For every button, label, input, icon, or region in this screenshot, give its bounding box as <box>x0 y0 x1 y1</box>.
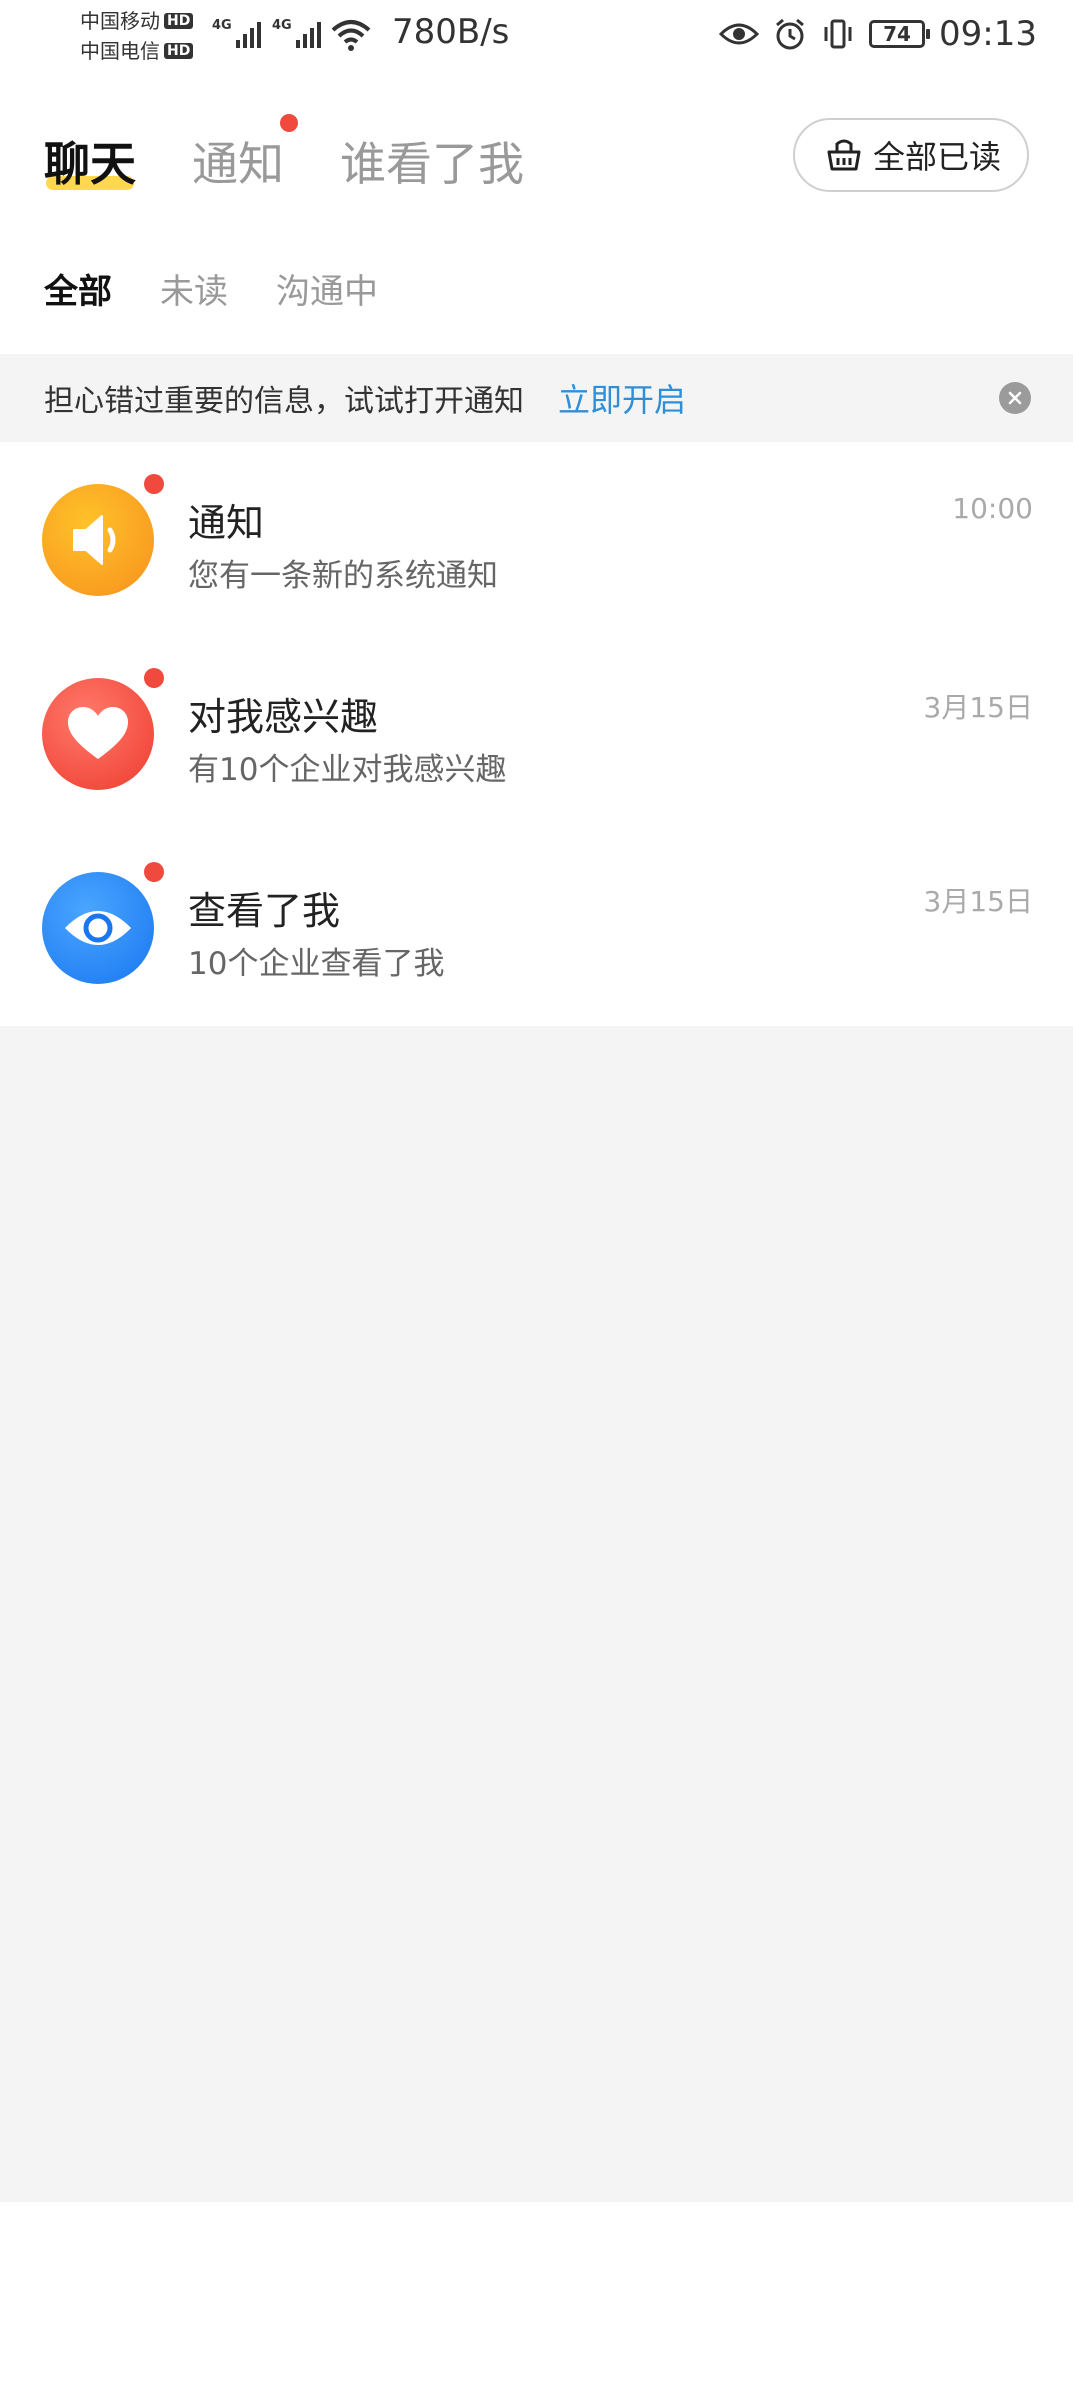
hd-badge: HD <box>164 43 194 59</box>
carrier-info: 中国移动 HD 中国电信 HD <box>80 6 194 66</box>
status-bar: 中国移动 HD 中国电信 HD 4G 4G 780B/s 74 09:13 <box>0 0 1073 70</box>
mark-all-read-button[interactable]: 全部已读 <box>792 118 1029 192</box>
list-item-interested[interactable]: 对我感兴趣 有10个企业对我感兴趣 3月15日 <box>0 636 1073 830</box>
banner-close-button[interactable] <box>999 382 1031 414</box>
carrier-2: 中国电信 <box>80 39 160 63</box>
enable-notifications-link[interactable]: 立即开启 <box>558 375 686 421</box>
message-list: 通知 您有一条新的系统通知 10:00 对我感兴趣 有10个企业对我感兴趣 3月… <box>0 442 1073 1024</box>
signal-1-icon: 4G <box>212 18 261 48</box>
eye-comfort-icon <box>719 23 760 45</box>
item-subtitle: 10个企业查看了我 <box>188 946 445 982</box>
list-item-notification[interactable]: 通知 您有一条新的系统通知 10:00 <box>0 442 1073 636</box>
battery-icon: 74 <box>869 20 931 48</box>
item-time: 10:00 <box>952 492 1033 525</box>
hd-badge: HD <box>164 13 194 29</box>
battery-level: 74 <box>883 22 911 46</box>
tab-who-viewed-me[interactable]: 谁看了我 <box>340 128 524 194</box>
vibrate-icon <box>824 19 852 49</box>
wifi-icon <box>331 20 371 51</box>
close-icon <box>1008 391 1022 405</box>
speaker-icon <box>73 515 116 565</box>
clock: 09:13 <box>939 14 1037 54</box>
signal-2-icon: 4G <box>272 18 321 48</box>
unread-badge <box>280 114 298 132</box>
net-type-label: 4G <box>212 18 232 33</box>
tab-label: 谁看了我 <box>340 137 524 191</box>
banner-text: 担心错过重要的信息，试试打开通知 <box>44 384 524 419</box>
item-title: 对我感兴趣 <box>188 695 379 739</box>
tab-notifications[interactable]: 通知 <box>192 114 298 194</box>
filter-tab-communicating[interactable]: 沟通中 <box>276 264 378 313</box>
tab-chat[interactable]: 聊天 <box>44 128 136 194</box>
heart-icon <box>68 707 128 759</box>
avatar <box>42 678 154 790</box>
alarm-icon <box>776 18 804 50</box>
net-type-label: 4G <box>272 18 292 33</box>
unread-dot <box>144 862 164 882</box>
item-subtitle: 您有一条新的系统通知 <box>188 558 498 594</box>
empty-list-area <box>0 1026 1073 2202</box>
mark-all-read-label: 全部已读 <box>872 138 1001 176</box>
item-subtitle: 有10个企业对我感兴趣 <box>188 752 507 788</box>
broom-icon <box>827 139 861 171</box>
item-title: 通知 <box>188 501 265 545</box>
tab-label: 通知 <box>192 137 284 191</box>
unread-dot <box>144 474 164 494</box>
item-title: 查看了我 <box>188 889 341 933</box>
tab-label: 聊天 <box>44 137 136 191</box>
eye-icon <box>65 911 131 945</box>
filter-tab-unread[interactable]: 未读 <box>160 264 228 313</box>
filter-tab-all[interactable]: 全部 <box>44 264 112 313</box>
item-time: 3月15日 <box>923 691 1033 724</box>
carrier-1: 中国移动 <box>80 9 160 33</box>
unread-dot <box>144 668 164 688</box>
list-item-viewed-me[interactable]: 查看了我 10个企业查看了我 3月15日 <box>0 830 1073 1024</box>
avatar <box>42 872 154 984</box>
main-tabs: 聊天 通知 谁看了我 <box>44 114 524 194</box>
item-time: 3月15日 <box>923 885 1033 918</box>
status-right: 74 09:13 <box>719 14 1037 54</box>
notification-banner: 担心错过重要的信息，试试打开通知 立即开启 <box>0 354 1073 442</box>
filter-tabs: 全部 未读 沟通中 <box>44 264 378 313</box>
network-speed: 780B/s <box>392 12 510 52</box>
avatar <box>42 484 154 596</box>
